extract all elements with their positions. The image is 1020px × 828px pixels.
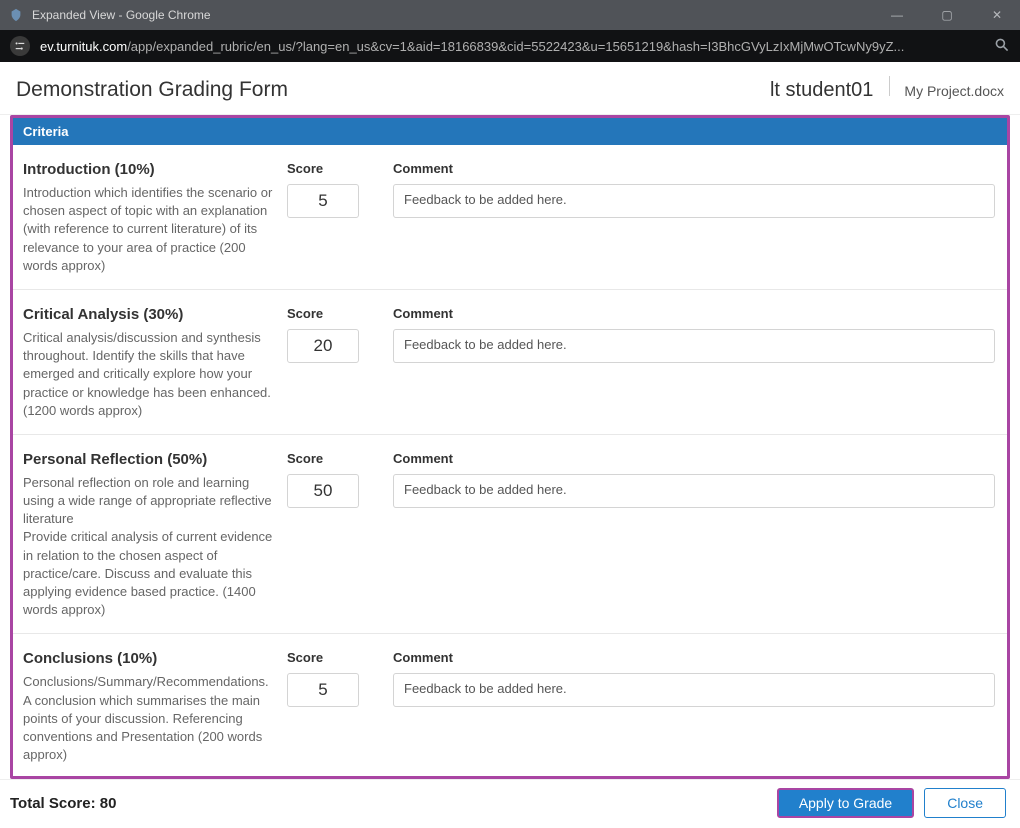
address-bar[interactable]: ev.turnituk.com/app/expanded_rubric/en_u… [0, 30, 1020, 62]
comment-label: Comment [393, 161, 995, 176]
page-title: Demonstration Grading Form [16, 78, 770, 102]
score-input[interactable] [287, 329, 359, 363]
criterion-row: Personal Reflection (50%) Personal refle… [13, 435, 1007, 635]
score-label: Score [287, 650, 393, 665]
criterion-row: Critical Analysis (30%) Critical analysi… [13, 290, 1007, 435]
student-name: lt student01 [770, 79, 887, 102]
comment-field[interactable]: Feedback to be added here. [393, 474, 995, 508]
comment-label: Comment [393, 451, 995, 466]
criteria-header: Criteria [13, 118, 1007, 145]
criterion-description: Personal reflection on role and learning… [23, 474, 273, 620]
score-input[interactable] [287, 673, 359, 707]
app-icon [8, 7, 24, 23]
close-button[interactable]: Close [924, 788, 1006, 818]
score-label: Score [287, 306, 393, 321]
maximize-button[interactable]: ▢ [932, 8, 962, 22]
criterion-title: Conclusions (10%) [23, 650, 273, 667]
apply-to-grade-button[interactable]: Apply to Grade [777, 788, 914, 818]
criteria-list: Introduction (10%) Introduction which id… [13, 145, 1007, 776]
window-title: Expanded View - Google Chrome [32, 8, 882, 22]
total-score: Total Score: 80 [10, 795, 767, 812]
comment-label: Comment [393, 650, 995, 665]
score-input[interactable] [287, 474, 359, 508]
site-settings-icon[interactable] [10, 36, 30, 56]
criterion-row: Conclusions (10%) Conclusions/Summary/Re… [13, 634, 1007, 776]
criterion-title: Introduction (10%) [23, 161, 273, 178]
comment-field[interactable]: Feedback to be added here. [393, 184, 995, 218]
criterion-title: Personal Reflection (50%) [23, 451, 273, 468]
criterion-description: Critical analysis/discussion and synthes… [23, 329, 273, 420]
criterion-row: Introduction (10%) Introduction which id… [13, 145, 1007, 290]
minimize-button[interactable]: — [882, 8, 912, 22]
footer: Total Score: 80 Apply to Grade Close [0, 779, 1020, 828]
divider [889, 76, 890, 96]
page-header: Demonstration Grading Form lt student01 … [0, 62, 1020, 115]
comment-field[interactable]: Feedback to be added here. [393, 673, 995, 707]
score-label: Score [287, 451, 393, 466]
search-icon[interactable] [994, 37, 1010, 56]
score-label: Score [287, 161, 393, 176]
close-window-button[interactable]: ✕ [982, 8, 1012, 22]
url-text[interactable]: ev.turnituk.com/app/expanded_rubric/en_u… [40, 39, 984, 54]
criterion-description: Conclusions/Summary/Recommendations. A c… [23, 673, 273, 764]
comment-field[interactable]: Feedback to be added here. [393, 329, 995, 363]
score-input[interactable] [287, 184, 359, 218]
criterion-description: Introduction which identifies the scenar… [23, 184, 273, 275]
window-titlebar: Expanded View - Google Chrome — ▢ ✕ [0, 0, 1020, 30]
rubric-panel: Criteria Introduction (10%) Introduction… [10, 115, 1010, 779]
file-name: My Project.docx [892, 83, 1004, 99]
criterion-title: Critical Analysis (30%) [23, 306, 273, 323]
comment-label: Comment [393, 306, 995, 321]
window-controls: — ▢ ✕ [882, 8, 1012, 22]
